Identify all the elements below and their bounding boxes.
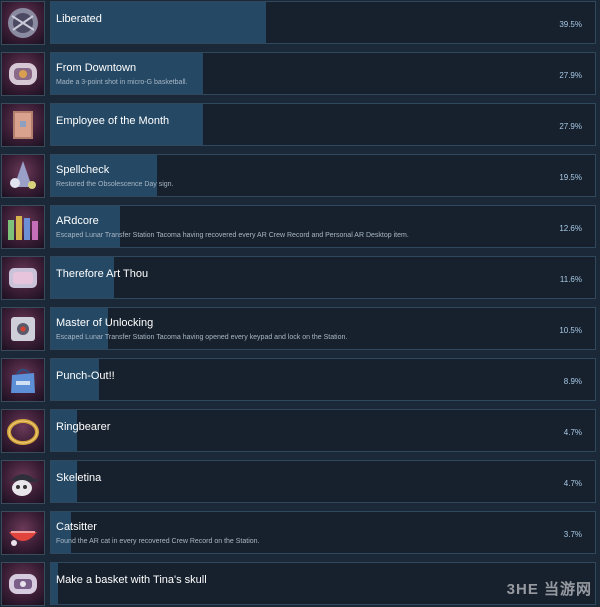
achievement-row[interactable]: Skeletina 4.7% xyxy=(0,459,600,505)
achievement-title: ARdcore xyxy=(56,215,99,227)
progress-bar: Liberated 39.5% xyxy=(50,1,596,44)
progress-bar: Spellcheck Restored the Obsolescence Day… xyxy=(50,154,596,197)
basketball-hoop-icon xyxy=(1,52,45,96)
progress-bar: Skeletina 4.7% xyxy=(50,460,596,503)
bag-icon xyxy=(1,358,45,402)
achievement-row[interactable]: Employee of the Month 27.9% xyxy=(0,102,600,148)
achievement-title: Ringbearer xyxy=(56,421,111,433)
achievement-title: Therefore Art Thou xyxy=(56,268,149,280)
progress-bar: Ringbearer 4.7% xyxy=(50,409,596,452)
achievement-description: Found the AR cat in every recovered Crew… xyxy=(56,538,260,545)
achievement-percent: 3.7% xyxy=(563,530,582,539)
ring-icon xyxy=(1,409,45,453)
watermark: 3HE 当游网 xyxy=(506,581,592,598)
achievement-row[interactable]: Master of Unlocking Escaped Lunar Transf… xyxy=(0,306,600,352)
skull-cap-icon xyxy=(1,460,45,504)
achievement-row[interactable]: Catsitter Found the AR cat in every reco… xyxy=(0,510,600,556)
achievement-title: Skeletina xyxy=(56,472,102,484)
progress-bar: Punch-Out!! 8.9% xyxy=(50,358,596,401)
achievement-title: Liberated xyxy=(56,13,102,25)
achievement-percent: 10.5% xyxy=(559,326,582,335)
achievement-row[interactable]: Spellcheck Restored the Obsolescence Day… xyxy=(0,153,600,199)
crew-figures-icon xyxy=(1,205,45,249)
achievement-percent: 27.9% xyxy=(559,71,582,80)
achievement-title: Punch-Out!! xyxy=(56,370,115,382)
achievement-percent: 39.5% xyxy=(559,20,582,29)
achievement-row[interactable]: Punch-Out!! 8.9% xyxy=(0,357,600,403)
achievement-row[interactable]: Therefore Art Thou 11.6% xyxy=(0,255,600,301)
achievement-percent: 19.5% xyxy=(559,173,582,182)
achievement-title: From Downtown xyxy=(56,62,137,74)
achievement-description: Restored the Obsolescence Day sign. xyxy=(56,181,174,188)
cat-bed-icon xyxy=(1,511,45,555)
keypad-icon xyxy=(1,307,45,351)
achievement-row[interactable]: ARdcore Escaped Lunar Transfer Station T… xyxy=(0,204,600,250)
achievement-title: Make a basket with Tina's skull xyxy=(56,574,207,586)
achievement-title: Master of Unlocking xyxy=(56,317,154,329)
progress-bar: Employee of the Month 27.9% xyxy=(50,103,596,146)
achievement-row[interactable]: Ringbearer 4.7% xyxy=(0,408,600,454)
card-icon xyxy=(1,256,45,300)
achievement-description: Made a 3-point shot in micro-G basketbal… xyxy=(56,79,188,86)
basket-icon xyxy=(1,562,45,606)
achievement-percent: 4.7% xyxy=(563,428,582,437)
progress-bar: Master of Unlocking Escaped Lunar Transf… xyxy=(50,307,596,350)
achievement-percent: 11.6% xyxy=(559,275,582,284)
achievement-title: Catsitter xyxy=(56,521,97,533)
achievement-percent: 27.9% xyxy=(559,122,582,131)
book-icon xyxy=(1,103,45,147)
achievement-percent: 12.6% xyxy=(559,224,582,233)
progress-bar: ARdcore Escaped Lunar Transfer Station T… xyxy=(50,205,596,248)
party-hat-icon xyxy=(1,154,45,198)
progress-bar: Catsitter Found the AR cat in every reco… xyxy=(50,511,596,554)
progress-bar: From Downtown Made a 3-point shot in mic… xyxy=(50,52,596,95)
achievement-percent: 8.9% xyxy=(563,377,582,386)
achievement-percent: 4.7% xyxy=(563,479,582,488)
achievement-row[interactable]: Liberated 39.5% xyxy=(0,0,600,46)
achievement-description: Escaped Lunar Transfer Station Tacoma ha… xyxy=(56,334,348,341)
achievement-title: Employee of the Month xyxy=(56,115,170,127)
achievement-row[interactable]: From Downtown Made a 3-point shot in mic… xyxy=(0,51,600,97)
orb-icon xyxy=(1,1,45,45)
achievement-title: Spellcheck xyxy=(56,164,110,176)
progress-bar: Therefore Art Thou 11.6% xyxy=(50,256,596,299)
achievement-description: Escaped Lunar Transfer Station Tacoma ha… xyxy=(56,232,409,239)
